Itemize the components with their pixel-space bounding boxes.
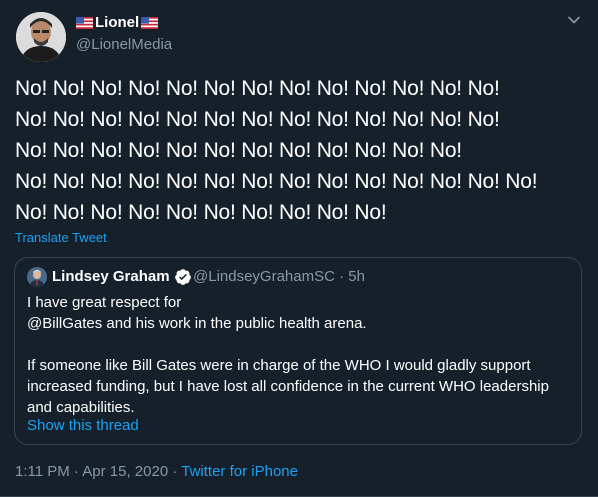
us-flag-icon [141,17,159,29]
tweet-text-line: No! No! No! No! No! No! No! No! No! No! … [15,170,538,193]
tweet-date[interactable]: Apr 15, 2020 [82,463,168,480]
author-avatar[interactable] [16,12,66,62]
quoted-text-line: and capabilities. [27,399,135,416]
quoted-author-handle[interactable]: @LindseyGrahamSC [193,268,335,285]
show-thread-link[interactable]: Show this thread [27,416,139,436]
tweet-text-line: No! No! No! No! No! No! No! No! No! No! … [15,108,500,131]
tweet-card: Lionel @LionelMedia No! No! No! No! No! … [0,0,598,497]
separator-dot: · [339,268,349,285]
chevron-down-icon[interactable] [567,13,581,27]
translate-tweet-link[interactable]: Translate Tweet [15,230,107,246]
quoted-text-line: If someone like Bill Gates were in charg… [27,357,531,374]
tweet-text-line: No! No! No! No! No! No! No! No! No! No! … [15,139,462,162]
quoted-tweet-text: I have great respect for @BillGates and … [27,292,572,418]
separator-dot: · [172,463,182,480]
author-display-name[interactable]: Lionel [95,13,139,33]
author-name-row[interactable]: Lionel [76,13,159,33]
tweet-time[interactable]: 1:11 PM [15,463,70,480]
tweet-text-line: No! No! No! No! No! No! No! No! No! No! … [15,77,500,100]
quoted-author-name-row[interactable]: Lindsey Graham [52,267,192,287]
quoted-text-line: @BillGates and his work in the public he… [27,315,367,332]
quoted-text-line: increased funding, but I have lost all c… [27,378,549,395]
verified-badge-icon [174,269,191,285]
tweet-meta: 1:11 PM · Apr 15, 2020 · Twitter for iPh… [15,462,298,482]
author-handle[interactable]: @LionelMedia [76,35,172,55]
us-flag-icon [76,17,93,29]
separator-dot: · [73,463,83,480]
tweet-text-line: No! No! No! No! No! No! No! No! No! No! [15,201,387,224]
quoted-author-display-name[interactable]: Lindsey Graham [52,267,170,287]
quoted-tweet[interactable]: Lindsey Graham @LindseyGrahamSC · 5h I h… [14,257,582,445]
quoted-text-line: I have great respect for [27,294,182,311]
tweet-source-link[interactable]: Twitter for iPhone [181,463,298,480]
quoted-author-avatar[interactable] [27,267,47,287]
quoted-handle-time: @LindseyGrahamSC · 5h [193,267,365,287]
tweet-text: No! No! No! No! No! No! No! No! No! No! … [15,73,590,228]
quoted-tweet-time[interactable]: 5h [348,268,365,285]
